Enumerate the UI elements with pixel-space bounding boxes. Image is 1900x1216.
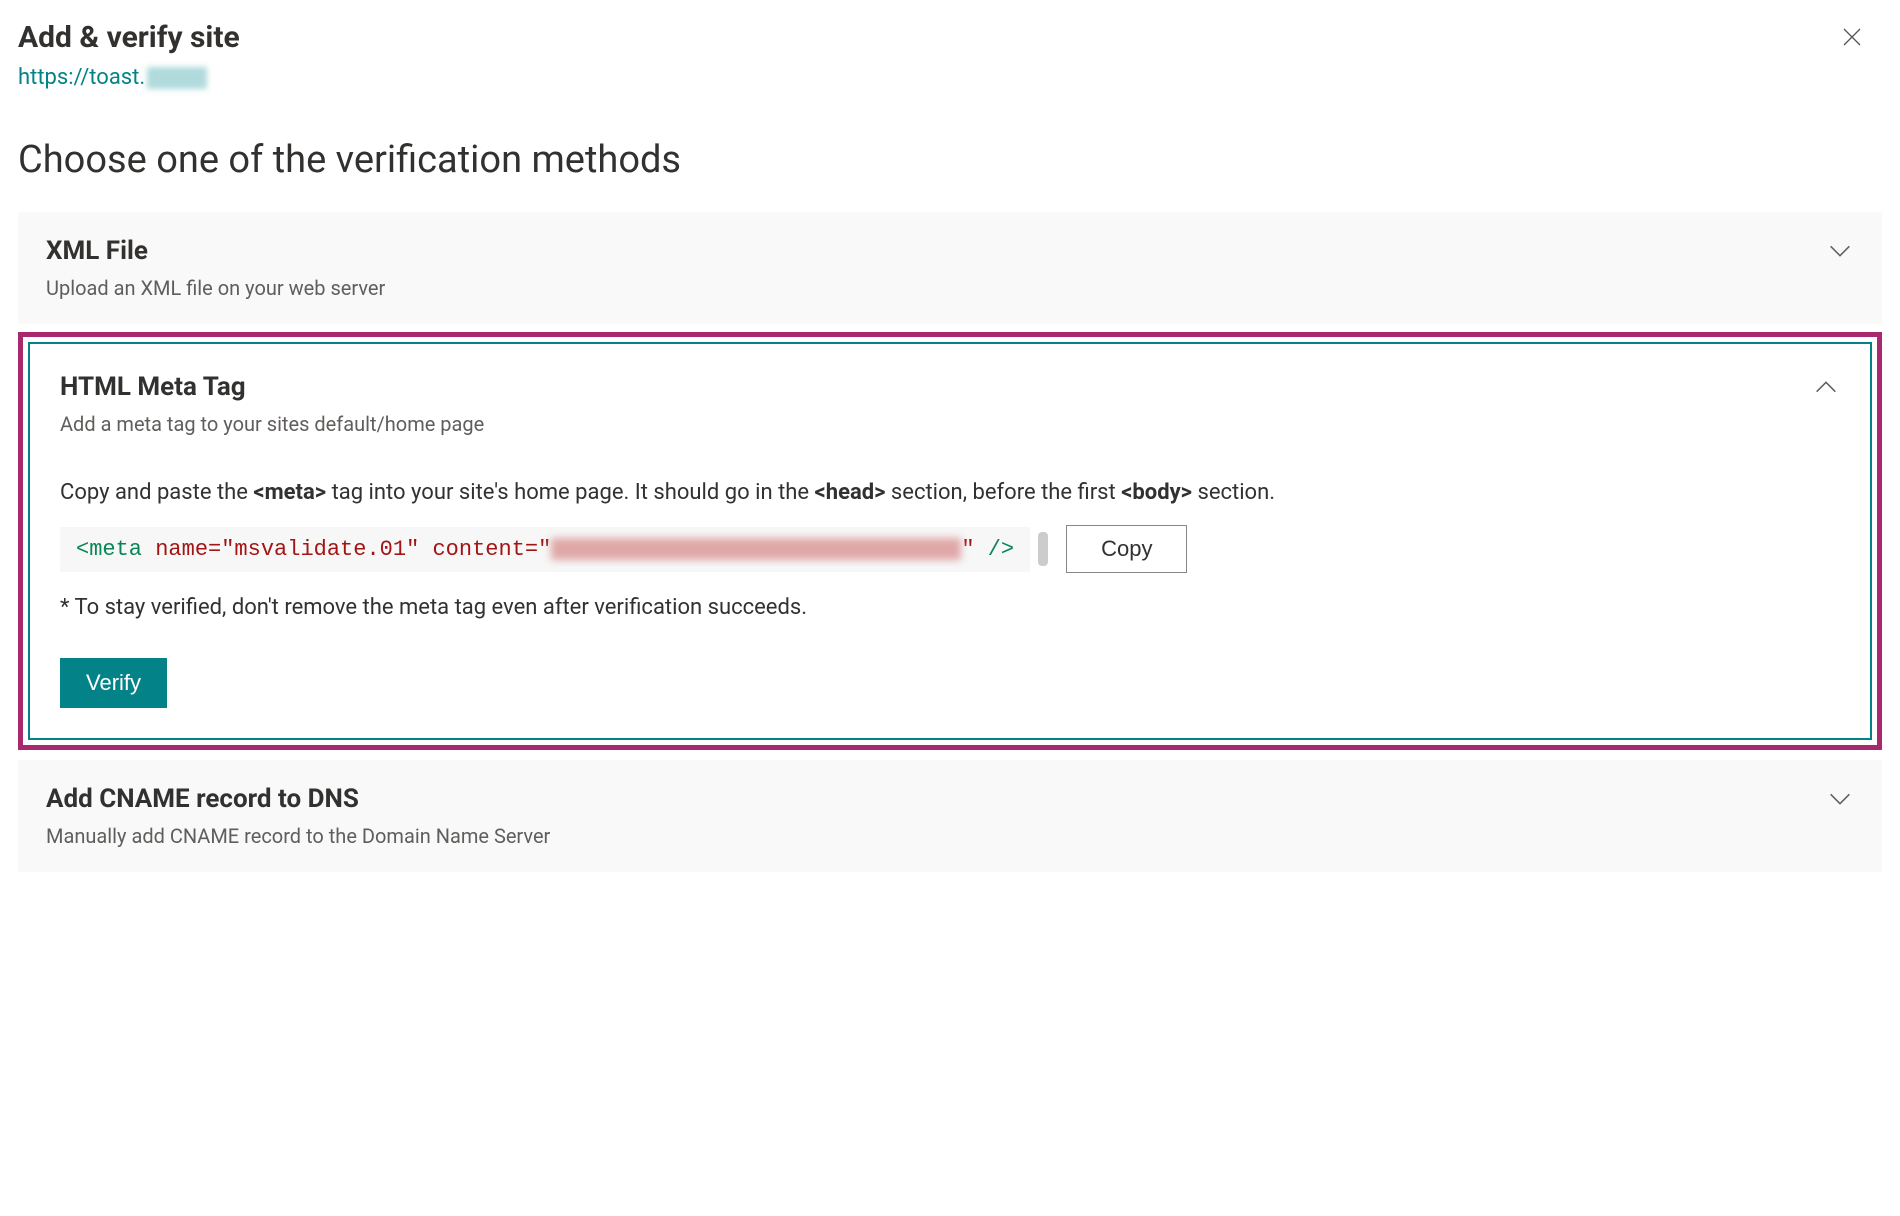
verify-button[interactable]: Verify (60, 658, 167, 708)
method-header[interactable]: HTML Meta Tag (60, 372, 1840, 402)
site-url-link[interactable]: https://toast. (18, 65, 207, 90)
method-subtitle: Add a meta tag to your sites default/hom… (60, 412, 1840, 436)
site-url-redacted (147, 67, 207, 89)
verification-methods-accordion: XML File Upload an XML file on your web … (18, 212, 1882, 872)
meta-content-redacted (551, 538, 961, 560)
chevron-down-icon (1826, 785, 1854, 813)
meta-note: * To stay verified, don't remove the met… (60, 595, 1840, 620)
method-title: Add CNAME record to DNS (46, 784, 359, 814)
chevron-up-icon (1812, 373, 1840, 401)
method-html-meta-tag: HTML Meta Tag Add a meta tag to your sit… (28, 342, 1872, 740)
method-highlight-frame: HTML Meta Tag Add a meta tag to your sit… (18, 332, 1882, 750)
meta-instruction: Copy and paste the <meta> tag into your … (60, 476, 1840, 509)
close-icon (1840, 25, 1864, 55)
section-heading: Choose one of the verification methods (18, 138, 1882, 182)
page-title: Add & verify site (18, 20, 240, 55)
method-title: HTML Meta Tag (60, 372, 246, 402)
method-xml-file[interactable]: XML File Upload an XML file on your web … (18, 212, 1882, 324)
method-cname-dns[interactable]: Add CNAME record to DNS Manually add CNA… (18, 760, 1882, 872)
copy-button[interactable]: Copy (1066, 525, 1187, 573)
chevron-down-icon (1826, 237, 1854, 265)
meta-code-snippet[interactable]: <meta name="msvalidate.01" content="" /> (60, 527, 1030, 572)
site-url-text: https://toast. (18, 65, 145, 90)
scrollbar-thumb[interactable] (1038, 532, 1048, 566)
close-button[interactable] (1832, 20, 1872, 60)
method-title: XML File (46, 236, 148, 266)
method-subtitle: Upload an XML file on your web server (46, 276, 1854, 300)
method-subtitle: Manually add CNAME record to the Domain … (46, 824, 1854, 848)
